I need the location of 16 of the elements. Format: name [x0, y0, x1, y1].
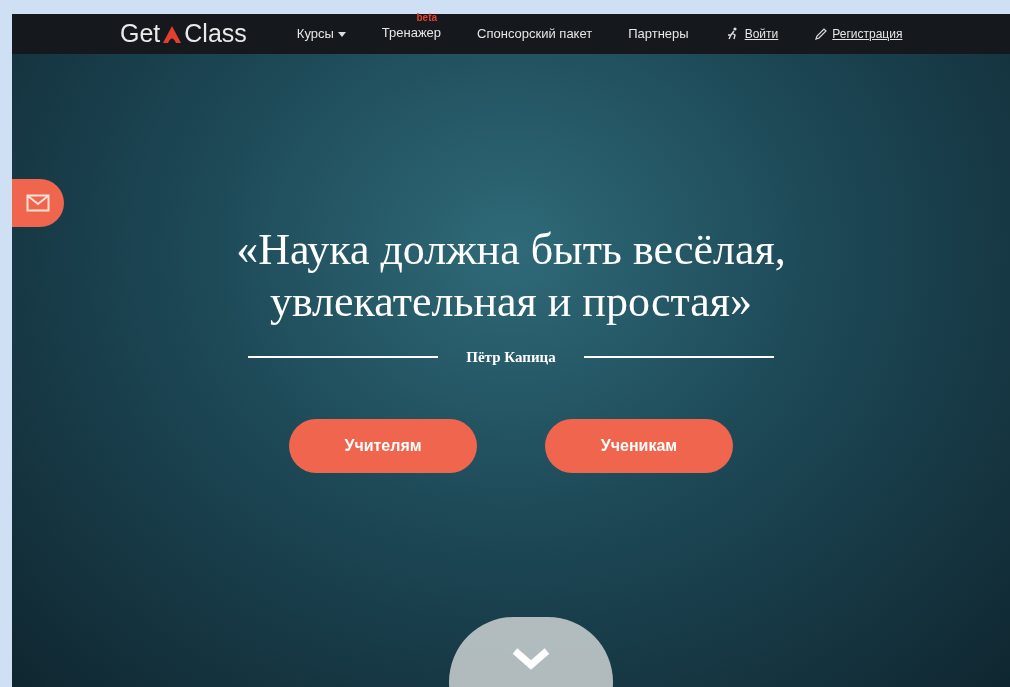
nav-link[interactable]: Спонсорский пакет: [477, 24, 593, 44]
envelope-icon: [26, 194, 50, 212]
nav-link[interactable]: Курсы: [296, 24, 334, 44]
logo-text[interactable]: Get: [120, 15, 161, 53]
logo-text[interactable]: Class: [184, 15, 247, 53]
quote-text: «Наука должна быть весёлая, увлекательная и простая»: [235, 224, 787, 328]
nav-link[interactable]: Войти: [744, 25, 779, 43]
chevron-down-icon: [511, 647, 551, 671]
nav-link[interactable]: Регистрация: [832, 25, 903, 43]
nav-link[interactable]: Партнеры: [628, 24, 689, 44]
quote-author: Пётр Капица: [466, 348, 556, 367]
nav-link[interactable]: Тренажер: [381, 23, 442, 43]
mail-button[interactable]: [12, 179, 64, 227]
beta-label: beta: [416, 13, 438, 24]
pencil-icon: [814, 27, 829, 41]
caret-icon: [337, 31, 346, 37]
